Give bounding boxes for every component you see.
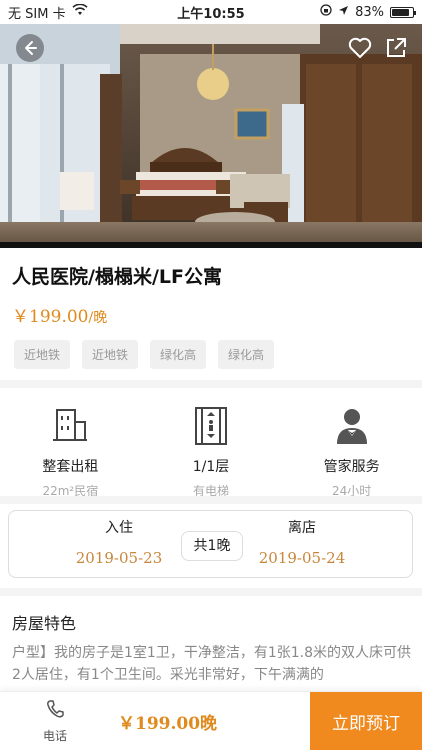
tag: 绿化高 <box>150 340 207 369</box>
battery-fill <box>392 8 409 16</box>
elevator-icon <box>190 404 232 446</box>
feature-list: 整套出租 22m²民宿 1/1层 有电梯 管家服务 24小时 <box>0 392 422 498</box>
checkin-label: 入住 <box>105 520 133 536</box>
hero-image <box>0 24 422 248</box>
checkin-date: 2019-05-23 <box>75 549 163 567</box>
status-left: 无 SIM 卡 <box>8 3 88 22</box>
share-icon <box>384 36 408 60</box>
share-button[interactable] <box>382 34 410 62</box>
location-icon <box>338 5 349 20</box>
bottom-price: ￥199.00晚 <box>118 713 218 734</box>
carrier-label: 无 SIM 卡 <box>8 6 66 22</box>
phone-label: 电话 <box>42 728 67 743</box>
tag: 绿化高 <box>218 340 275 369</box>
tag-list: 近地铁 近地铁 绿化高 绿化高 <box>14 340 275 369</box>
listing-title: 人民医院/榻榻米/LF公寓 <box>12 266 222 288</box>
feature-title: 管家服务 <box>323 459 380 475</box>
battery-percent: 83% <box>355 4 384 20</box>
bottom-bar: 电话 ￥199.00晚 立即预订 <box>0 691 422 750</box>
back-arrow-icon <box>22 40 38 56</box>
rotation-lock-icon <box>320 4 332 20</box>
feature-title: 1/1层 <box>192 459 230 475</box>
butler-icon <box>331 404 373 446</box>
phone-button[interactable]: 电话 <box>0 699 110 744</box>
status-right: 83% <box>320 4 416 20</box>
section-title: 房屋特色 <box>12 614 77 633</box>
listing-price: ￥199.00/晚 <box>12 302 107 327</box>
divider <box>0 380 422 388</box>
divider <box>0 496 422 504</box>
favorite-button[interactable] <box>346 34 374 62</box>
status-bar: 无 SIM 卡 上午10:55 83% <box>0 0 422 24</box>
checkout-date: 2019-05-24 <box>258 549 346 567</box>
checkout-block[interactable]: 离店 2019-05-24 <box>232 517 372 567</box>
price-amount: ￥199.00 <box>12 307 89 327</box>
feature-item: 管家服务 24小时 <box>281 392 422 498</box>
heart-icon <box>348 37 372 59</box>
feature-title: 整套出租 <box>42 459 99 475</box>
wifi-icon <box>72 3 88 20</box>
feature-item: 1/1层 有电梯 <box>141 392 282 498</box>
date-selector[interactable]: 入住 2019-05-23 共1晚 离店 2019-05-24 <box>8 510 413 578</box>
price-unit: /晚 <box>88 310 108 326</box>
back-button[interactable] <box>16 34 44 62</box>
divider <box>0 588 422 596</box>
tag: 近地铁 <box>82 340 139 369</box>
tag: 近地铁 <box>14 340 71 369</box>
feature-item: 整套出租 22m²民宿 <box>0 392 141 498</box>
book-now-button[interactable]: 立即预订 <box>310 692 422 750</box>
building-icon <box>49 404 91 446</box>
checkin-block[interactable]: 入住 2019-05-23 <box>49 517 189 567</box>
battery-icon <box>390 6 416 18</box>
house-description: 户型】我的房子是1室1卫，干净整洁，有1张1.8米的双人床可供2人居住，有1个卫… <box>12 645 411 683</box>
phone-icon <box>46 699 64 723</box>
checkout-label: 离店 <box>288 520 316 536</box>
